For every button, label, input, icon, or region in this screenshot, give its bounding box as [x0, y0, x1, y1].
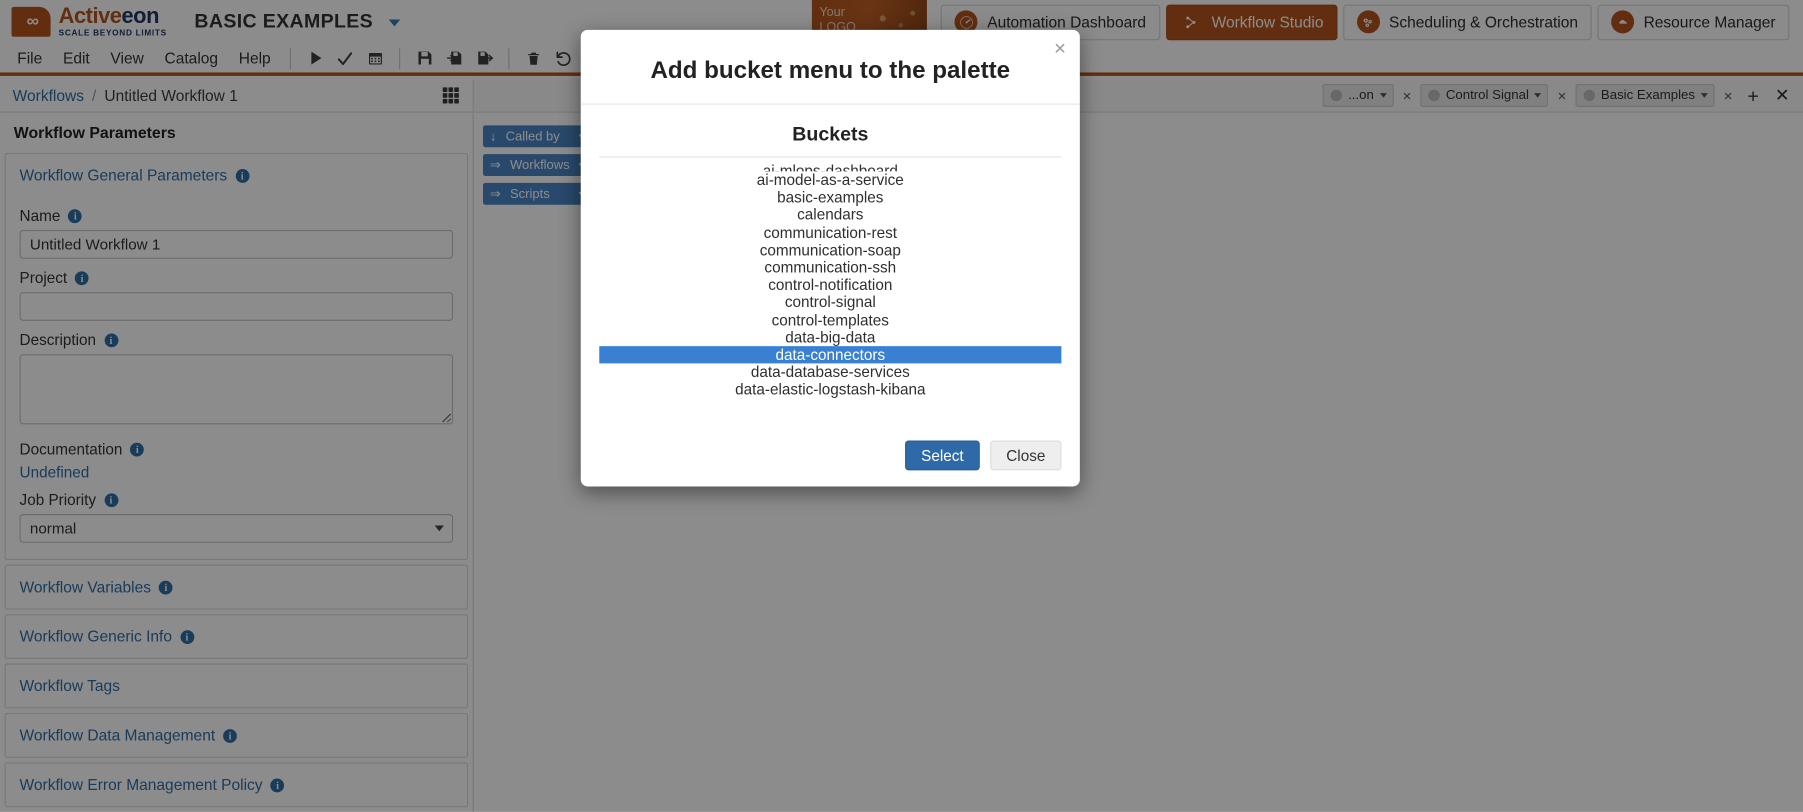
list-item[interactable]: control-templates [599, 311, 1061, 328]
list-item[interactable]: communication-soap [599, 241, 1061, 258]
application-root: ∞ Activeeon SCALE BEYOND LIMITS BASIC EX… [0, 0, 1803, 812]
select-button[interactable]: Select [905, 440, 980, 471]
list-item[interactable]: data-elastic-logstash-kibana [599, 381, 1061, 398]
dialog-header: × Add bucket menu to the palette [580, 30, 1080, 105]
close-button[interactable]: Close [990, 440, 1062, 471]
bucket-list[interactable]: ai-mlops-dashboard ai-model-as-a-service… [599, 158, 1062, 417]
list-item[interactable]: communication-ssh [599, 259, 1061, 276]
list-item[interactable]: calendars [599, 206, 1061, 223]
list-item[interactable]: control-signal [599, 294, 1061, 311]
list-item-selected[interactable]: data-connectors [599, 346, 1062, 364]
list-item[interactable]: ai-mlops-dashboard [599, 162, 1061, 171]
list-item[interactable]: ai-model-as-a-service [599, 171, 1061, 188]
dialog-body: Buckets ai-mlops-dashboard ai-model-as-a… [581, 105, 1080, 428]
buckets-heading: Buckets [599, 118, 1062, 158]
list-item[interactable]: data-big-data [599, 329, 1061, 346]
close-icon[interactable]: × [1054, 38, 1066, 59]
list-item[interactable]: basic-examples [599, 189, 1061, 206]
add-bucket-menu-dialog: × Add bucket menu to the palette Buckets… [580, 29, 1080, 487]
list-item[interactable]: data-database-services [599, 364, 1061, 381]
list-item[interactable]: communication-rest [599, 224, 1061, 241]
list-item[interactable]: control-notification [599, 276, 1061, 293]
dialog-title: Add bucket menu to the palette [650, 57, 1011, 84]
dialog-footer: Select Close [581, 428, 1080, 487]
